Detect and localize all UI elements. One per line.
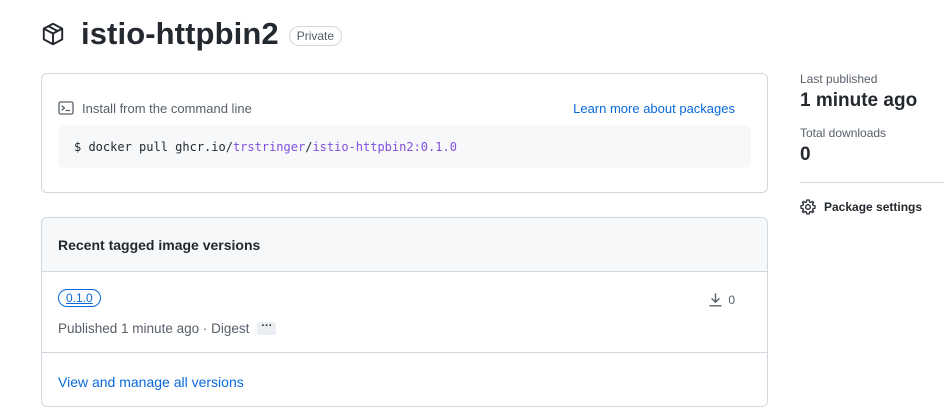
learn-more-link[interactable]: Learn more about packages (573, 101, 735, 116)
download-icon (709, 293, 723, 307)
install-header: Install from the command line Learn more… (58, 100, 735, 116)
version-row: 0.1.0 0 Published 1 minute ago · Digest … (42, 272, 767, 353)
last-published-value: 1 minute ago (800, 90, 918, 111)
command-prefix: $ docker pull ghcr.io/ (74, 139, 233, 154)
command-owner: trstringer (232, 139, 306, 154)
package-settings-link[interactable]: Package settings (800, 199, 944, 215)
package-header: istio-httpbin2 Private (40, 14, 343, 54)
install-label-group: Install from the command line (58, 100, 252, 116)
command-separator: / (305, 139, 313, 154)
terminal-icon (58, 100, 74, 116)
package-icon (40, 21, 66, 47)
view-all-versions-link[interactable]: View and manage all versions (42, 353, 767, 390)
version-tag-link[interactable]: 0.1.0 (58, 289, 101, 307)
command-image: istio-httpbin2:0.1.0 (312, 139, 457, 154)
sidebar: Last published 1 minute ago Total downlo… (800, 72, 944, 215)
install-command[interactable]: $ docker pull ghcr.io/trstringer / istio-h… (58, 125, 751, 168)
package-settings-label: Package settings (824, 200, 923, 214)
visibility-badge: Private (288, 26, 343, 46)
install-label: Install from the command line (82, 100, 252, 116)
version-downloads: 0 (709, 293, 735, 307)
versions-panel: Recent tagged image versions 0.1.0 0 Pub… (41, 217, 768, 407)
total-downloads-label: Total downloads (800, 126, 887, 140)
digest-expand-button[interactable]: ··· (257, 321, 277, 335)
sidebar-divider (800, 182, 944, 183)
gear-icon (800, 199, 816, 215)
versions-heading: Recent tagged image versions (42, 218, 767, 272)
download-count: 0 (728, 293, 735, 307)
version-published: Published 1 minute ago · Digest ··· (58, 321, 277, 336)
last-published-label: Last published (800, 72, 878, 86)
total-downloads-value: 0 (800, 144, 811, 165)
published-text: Published 1 minute ago · Digest (58, 321, 250, 336)
page-title: istio-httpbin2 (81, 16, 279, 51)
install-panel: Install from the command line Learn more… (41, 73, 768, 193)
